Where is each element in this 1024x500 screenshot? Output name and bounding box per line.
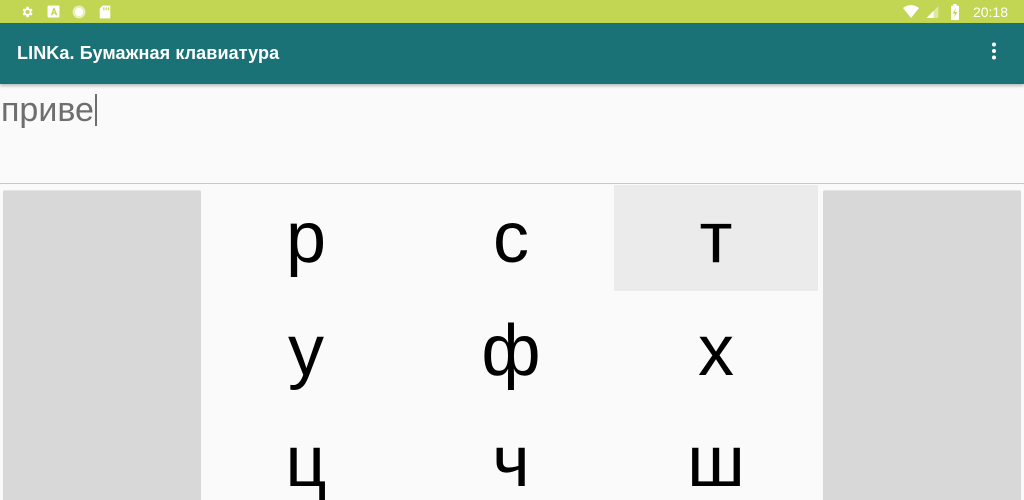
key-r2-c1[interactable]: ч [409,409,613,500]
key-r1-c0[interactable]: у [204,298,408,404]
key-r0-c0[interactable]: р [204,185,408,291]
app-title: LINKa. Бумажная клавиатура [17,43,280,63]
app-bar: LINKa. Бумажная клавиатура [0,23,1024,84]
more-vert-icon [991,42,997,65]
overflow-menu-button[interactable] [978,37,1010,69]
letter-grid: р с т у ф х ц ч ш [204,185,818,500]
text-a-icon [45,4,61,20]
screen: 20:18 LINKa. Бумажная клавиатура приве р… [0,0,1024,500]
text-output-field[interactable]: приве [0,84,1024,184]
status-right-icons: 20:18 [902,0,1008,23]
sd-card-icon [97,4,113,20]
text-cursor [94,94,97,126]
circle-icon [71,4,87,20]
typed-text-value: приве [1,91,94,129]
key-r1-c2[interactable]: х [614,298,818,404]
key-r1-c1[interactable]: ф [409,298,613,404]
battery-charging-icon [947,3,963,20]
paper-keyboard: р с т у ф х ц ч ш [0,185,1024,500]
signal-icon [925,4,941,20]
status-clock: 20:18 [972,3,1008,20]
status-bar: 20:18 [0,0,1024,23]
key-r2-c2[interactable]: ш [614,409,818,500]
key-r0-c2-highlighted[interactable]: т [614,185,818,291]
wifi-icon [902,4,919,20]
typed-text: приве [1,88,97,132]
left-side-panel[interactable] [3,190,201,500]
right-side-panel[interactable] [823,190,1021,500]
key-r2-c0[interactable]: ц [204,409,408,500]
key-r0-c1[interactable]: с [409,185,613,291]
gear-icon [19,4,35,20]
status-left-icons [19,0,113,23]
